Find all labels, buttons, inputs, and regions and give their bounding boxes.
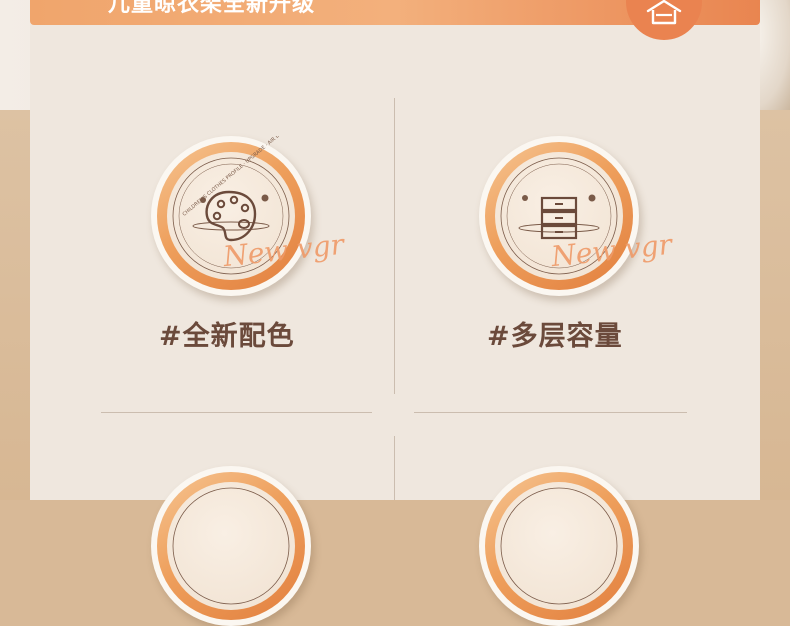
feature-medallion-3 xyxy=(151,466,311,626)
horizontal-divider-right xyxy=(414,412,687,413)
background-right xyxy=(760,110,790,500)
feature-medallion-capacity: New vgr xyxy=(479,136,673,296)
vertical-divider-bottom xyxy=(394,436,395,500)
horizontal-divider-left xyxy=(101,412,372,413)
home-icon xyxy=(646,0,682,25)
feature-label-capacity: #多层容量 xyxy=(487,321,623,352)
background-left xyxy=(0,110,30,500)
feature-medallion-color: CHILDREN'S CLOTHES PROFILE · UPGRADE · A… xyxy=(151,136,345,296)
header-title: 儿童晾衣架全新升级 xyxy=(108,0,316,17)
vertical-divider-top xyxy=(394,98,395,394)
feature-label-color: #全新配色 xyxy=(159,321,295,352)
feature-medallion-4 xyxy=(479,466,639,626)
